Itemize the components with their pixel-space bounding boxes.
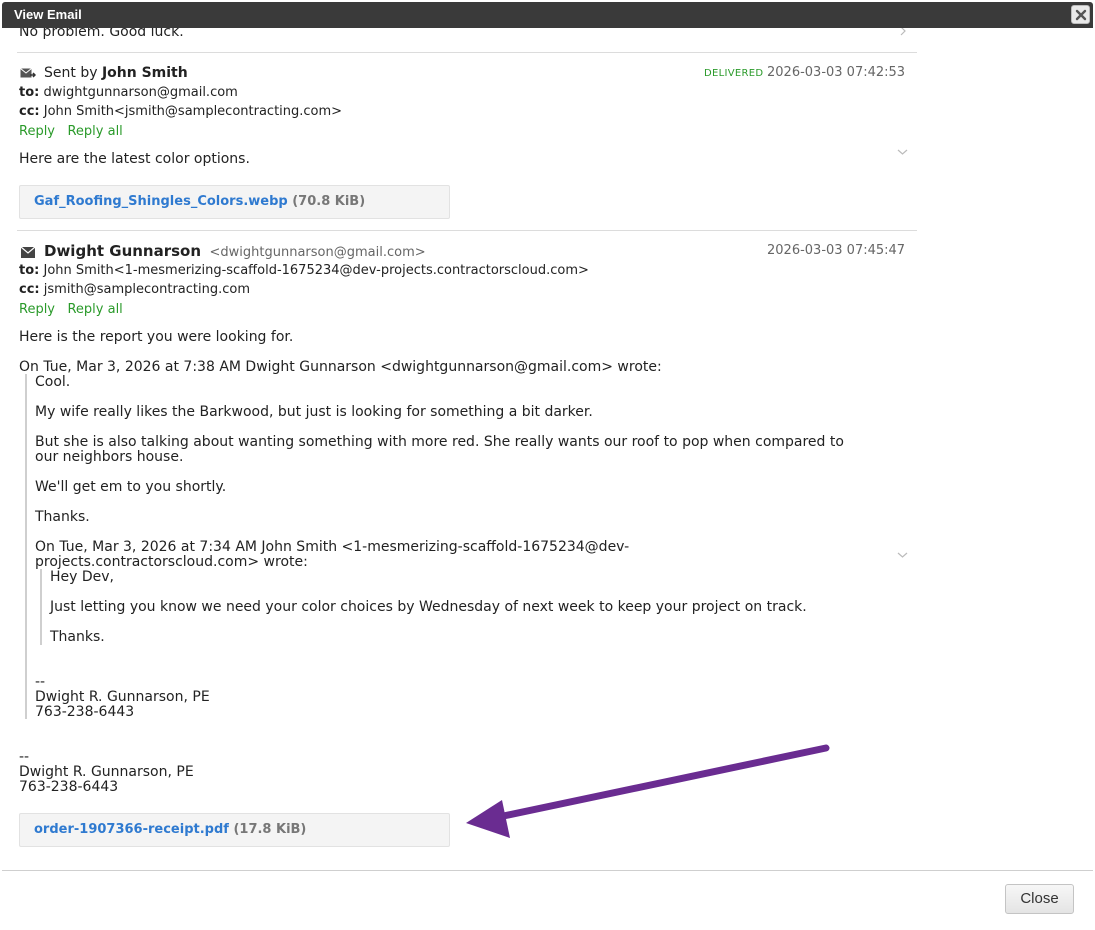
message1-cc: John Smith<jsmith@samplecontracting.com> (43, 104, 343, 119)
message2-to-line: to: John Smith<1-mesmerizing-scaffold-16… (19, 263, 589, 278)
nested-quote-line: Just letting you know we need your color… (50, 599, 807, 615)
message-divider (17, 52, 917, 53)
quote-bar (25, 374, 27, 719)
attachment-size: (17.8 KiB) (233, 822, 307, 837)
quote-signature: -- (35, 674, 46, 690)
window-titlebar: View Email (2, 2, 1093, 28)
cc-label: cc: (19, 104, 40, 119)
message2-to: John Smith<1-mesmerizing-scaffold-167523… (43, 263, 589, 278)
nested-quote-bar (40, 569, 42, 645)
cc-label: cc: (19, 282, 40, 297)
message2-body: Here is the report you were looking for. (19, 329, 294, 345)
nested-quote-header: On Tue, Mar 3, 2026 at 7:34 AM John Smit… (35, 539, 630, 555)
to-label: to: (19, 263, 40, 278)
quote-line: But she is also talking about wanting so… (35, 434, 844, 450)
message1-cc-line: cc: John Smith<jsmith@samplecontracting.… (19, 104, 342, 119)
sent-by-label: Sent by (44, 65, 98, 81)
nested-quote-line: Thanks. (50, 629, 105, 645)
message2-actions: Reply Reply all (19, 301, 123, 317)
message2-reply-all-link[interactable]: Reply all (67, 302, 122, 317)
message-divider (17, 230, 917, 231)
chevron-right-icon[interactable] (898, 28, 908, 36)
signature: -- (19, 749, 30, 765)
to-label: to: (19, 85, 40, 100)
message1-body: Here are the latest color options. (19, 151, 250, 167)
message2-cc: jsmith@samplecontracting.com (43, 282, 251, 297)
attachment-link: order-1907366-receipt.pdf (17.8 KiB) (34, 822, 306, 837)
mail-icon (20, 246, 36, 258)
message1-timestamp: 2026-03-03 07:42:53 (767, 65, 906, 80)
quote-signature: Dwight R. Gunnarson, PE (35, 689, 210, 705)
close-button[interactable]: Close (1005, 884, 1074, 914)
message2-cc-line: cc: jsmith@samplecontracting.com (19, 282, 250, 297)
message1-reply-all-link[interactable]: Reply all (67, 124, 122, 139)
attachment-order-receipt[interactable]: order-1907366-receipt.pdf (17.8 KiB) (19, 813, 450, 847)
delivered-status-badge: DELIVERED (704, 68, 764, 79)
sent-mail-icon (20, 68, 36, 78)
close-icon (1075, 9, 1087, 21)
message1-to-line: to: dwightgunnarson@gmail.com (19, 85, 238, 100)
message1-sender: John Smith (101, 65, 188, 81)
previous-message-text: No problem. Good luck. (19, 28, 184, 40)
message2-reply-link[interactable]: Reply (19, 302, 55, 317)
quote-signature: 763-238-6443 (35, 704, 135, 720)
message2-sender-line: Dwight Gunnarson <dwightgunnarson@gmail.… (44, 242, 426, 260)
quote-header: On Tue, Mar 3, 2026 at 7:38 AM Dwight Gu… (19, 359, 662, 375)
nested-quote-header: projects.contractorscloud.com> wrote: (35, 554, 308, 570)
quote-line: our neighbors house. (35, 449, 184, 465)
attachment-gaf-roofing[interactable]: Gaf_Roofing_Shingles_Colors.webp (70.8 K… (19, 185, 450, 219)
attachment-filename[interactable]: Gaf_Roofing_Shingles_Colors.webp (34, 194, 288, 209)
footer-divider (2, 870, 1093, 871)
chevron-down-icon[interactable] (897, 551, 908, 559)
message1-sender-line: Sent by John Smith (44, 65, 188, 81)
email-thread[interactable]: No problem. Good luck. Sent by John Smit… (0, 28, 1095, 870)
message2-sender: Dwight Gunnarson (44, 242, 202, 260)
window-close-button[interactable] (1071, 5, 1090, 24)
chevron-down-icon[interactable] (897, 148, 908, 156)
signature: Dwight R. Gunnarson, PE (19, 764, 194, 780)
nested-quote-line: Hey Dev, (50, 569, 115, 585)
quote-line: We'll get em to you shortly. (35, 479, 227, 495)
attachment-size: (70.8 KiB) (292, 194, 366, 209)
message2-sender-email: <dwightgunnarson@gmail.com> (209, 245, 426, 260)
quote-line: Cool. (35, 374, 71, 390)
attachment-link: Gaf_Roofing_Shingles_Colors.webp (70.8 K… (34, 194, 365, 209)
quote-line: Thanks. (35, 509, 90, 525)
window-title: View Email (14, 7, 82, 22)
message1-reply-link[interactable]: Reply (19, 124, 55, 139)
quote-line: My wife really likes the Barkwood, but j… (35, 404, 593, 420)
message2-timestamp: 2026-03-03 07:45:47 (767, 243, 906, 258)
message1-to: dwightgunnarson@gmail.com (43, 85, 238, 100)
message1-actions: Reply Reply all (19, 123, 123, 139)
attachment-filename[interactable]: order-1907366-receipt.pdf (34, 822, 229, 837)
signature: 763-238-6443 (19, 779, 119, 795)
